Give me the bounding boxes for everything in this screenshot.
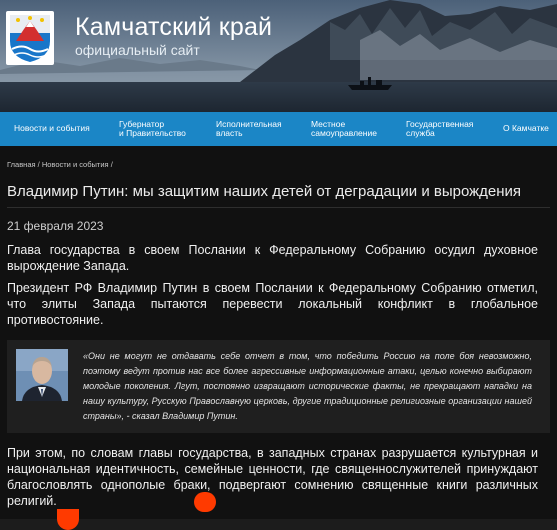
breadcrumb-link-news[interactable]: Новости и события xyxy=(42,160,109,169)
nav-item-label: служба xyxy=(406,128,435,138)
site-title[interactable]: Камчатский край xyxy=(75,13,272,42)
nav-item-local-government[interactable]: Местное самоуправление xyxy=(311,112,377,146)
bottom-bar xyxy=(0,519,557,530)
breadcrumb: Главная / Новости и события / xyxy=(7,160,113,169)
nav-item-label: власть xyxy=(216,128,243,138)
article-title: Владимир Путин: мы защитим наших детей о… xyxy=(7,183,522,200)
nav-item-label: О Камчатке xyxy=(503,123,549,134)
orange-overlay-shape xyxy=(57,509,79,530)
breadcrumb-separator: / xyxy=(110,160,113,169)
nav-item-label: самоуправление xyxy=(311,128,377,138)
quote-text: «Они не могут не отдавать себе отчет в т… xyxy=(83,351,532,421)
article-paragraph: Президент РФ Владимир Путин в своем Посл… xyxy=(7,281,538,327)
portrait-photo xyxy=(16,349,68,401)
article-date: 21 февраля 2023 xyxy=(7,219,104,233)
main-navigation: Новости и события Губернатор и Правитель… xyxy=(0,112,557,146)
nav-item-about-kamchatka[interactable]: О Камчатке xyxy=(503,112,549,146)
breadcrumb-separator: / xyxy=(37,160,40,169)
site-header: Камчатский край официальный сайт xyxy=(0,0,557,112)
nav-item-executive[interactable]: Исполнительная власть xyxy=(216,112,282,146)
site-subtitle: официальный сайт xyxy=(75,42,200,58)
nav-item-civil-service[interactable]: Государственная служба xyxy=(406,112,473,146)
orange-overlay-shape xyxy=(194,492,216,512)
divider xyxy=(7,207,550,208)
kamchatka-coat-of-arms-logo xyxy=(6,11,54,65)
nav-item-label: Новости и события xyxy=(14,123,90,134)
nav-item-label: и Правительство xyxy=(119,128,186,138)
article-paragraph: При этом, по словам главы государства, в… xyxy=(7,446,538,508)
breadcrumb-link-home[interactable]: Главная xyxy=(7,160,36,169)
nav-item-news[interactable]: Новости и события xyxy=(14,112,90,146)
nav-item-governor[interactable]: Губернатор и Правительство xyxy=(119,112,186,146)
article-lead-paragraph: Глава государства в своем Послании к Фед… xyxy=(7,243,538,273)
